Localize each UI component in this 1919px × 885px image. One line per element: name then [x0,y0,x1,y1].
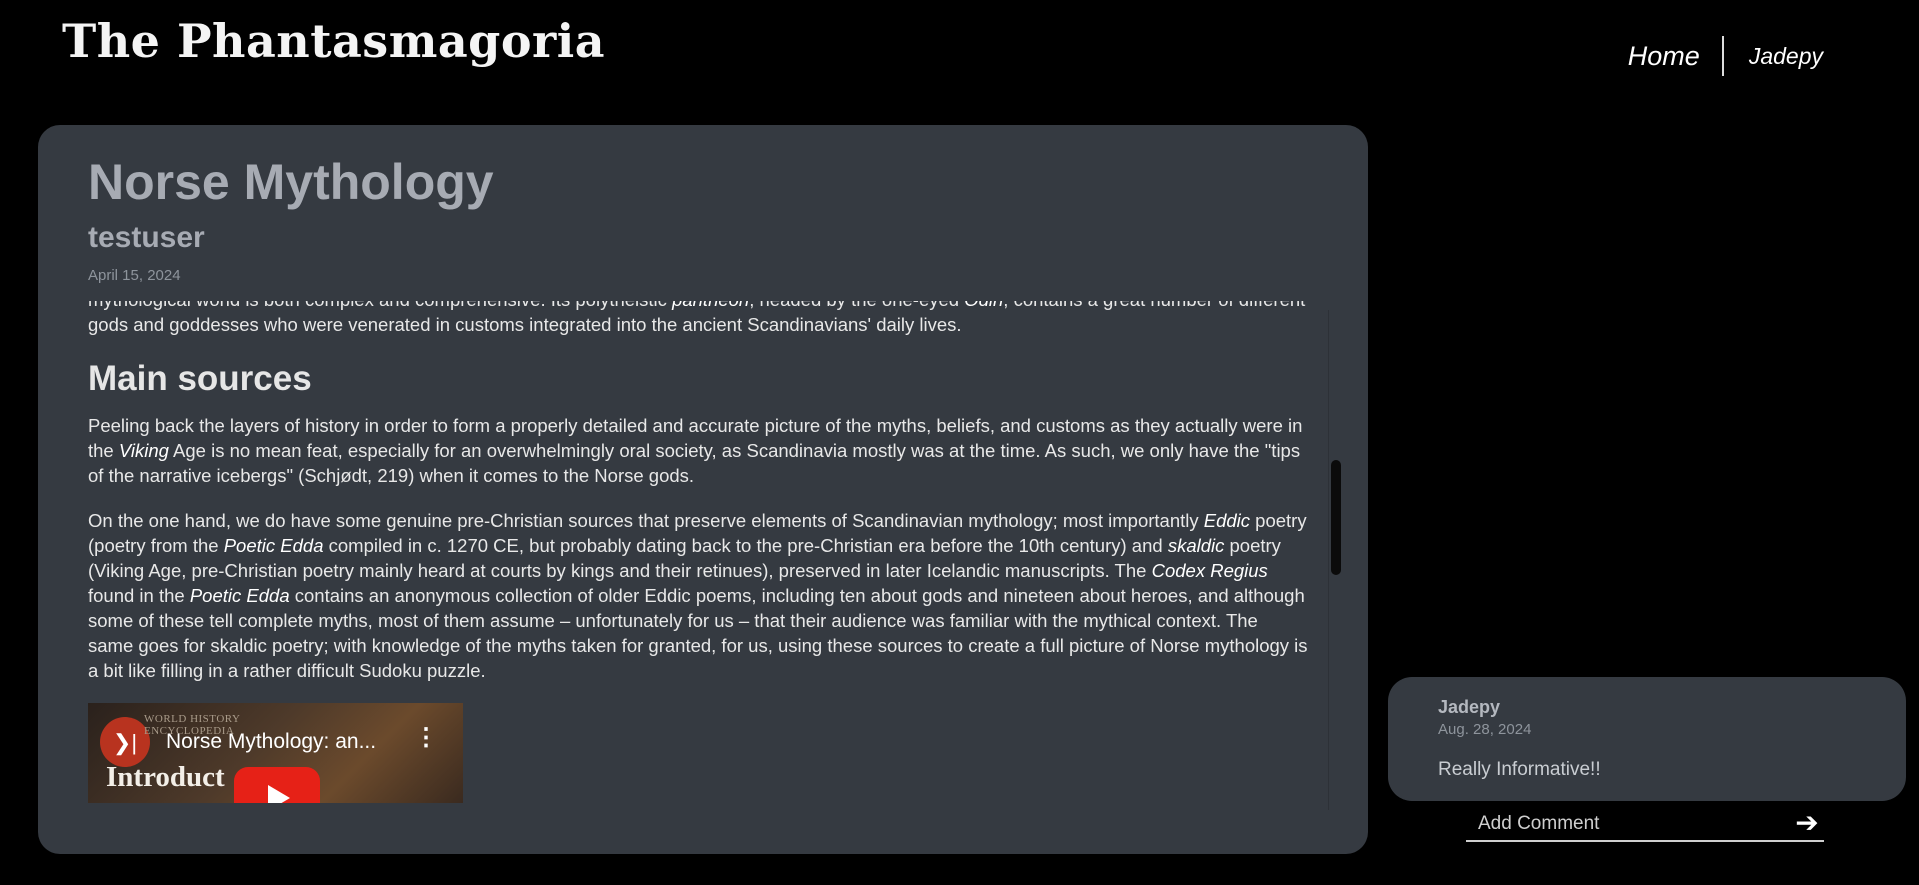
arrow-right-icon[interactable]: ➔ [1790,808,1824,840]
sources-paragraph-1: Peeling back the layers of history in or… [88,415,1303,486]
intro-paragraph: mythological world is both complex and c… [88,301,1305,335]
site-title[interactable]: The Phantasmagoria [62,14,605,68]
content-scrollbar[interactable] [1328,310,1342,810]
more-options-icon[interactable]: ⋮ [414,725,438,750]
top-nav: Home Jadepy [1628,36,1823,76]
add-comment-form: ➔ [1466,806,1824,842]
comment-date: Aug. 28, 2024 [1438,721,1532,738]
post-content-scroll[interactable]: mythological world is both complex and c… [88,301,1308,812]
section-heading: Main sources [88,359,312,398]
post-date: April 15, 2024 [88,267,181,284]
post-card: Norse Mythology testuser April 15, 2024 … [38,125,1368,854]
comment-author[interactable]: Jadepy [1438,697,1500,718]
scrollbar-thumb[interactable] [1331,460,1341,575]
comment-text: Really Informative!! [1438,759,1601,780]
comment-item: Jadepy Aug. 28, 2024 Really Informative!… [1388,677,1906,801]
sources-paragraph-2: On the one hand, we do have some genuine… [88,510,1308,681]
post-author[interactable]: testuser [88,221,205,255]
post-title: Norse Mythology [88,154,494,210]
world-history-logo-icon[interactable]: ❯| [100,717,150,767]
nav-user-link[interactable]: Jadepy [1724,43,1823,70]
video-overlay-text: Introduct [106,761,225,793]
nav-home-link[interactable]: Home [1628,41,1722,72]
post-content: mythological world is both complex and c… [88,301,1308,803]
play-icon[interactable] [234,767,320,803]
video-title[interactable]: Norse Mythology: an... [166,729,376,754]
comment-input[interactable] [1466,808,1786,840]
embedded-video[interactable]: ❯| WORLD HISTORY ENCYCLOPEDIA Norse Myth… [88,703,463,803]
